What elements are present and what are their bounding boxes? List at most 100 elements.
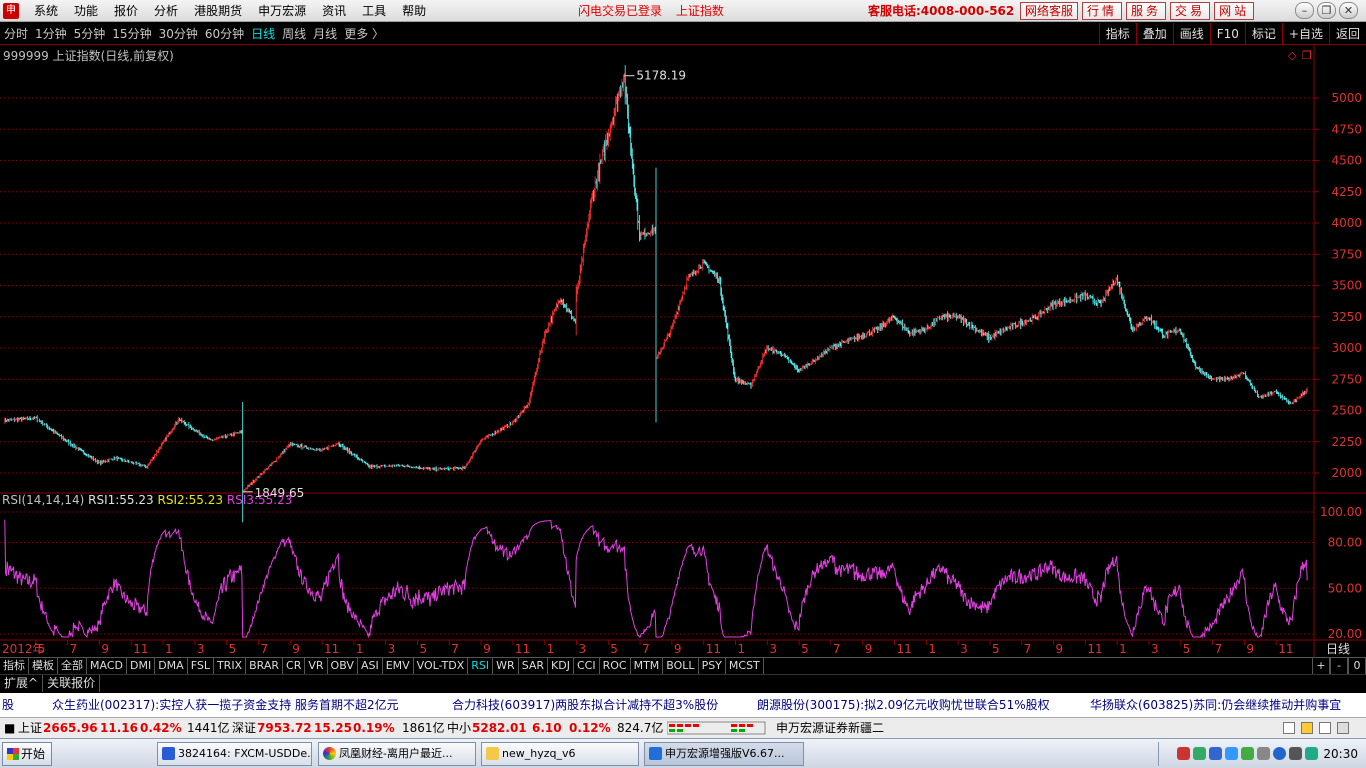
rsi2-value: 55.23 — [188, 493, 224, 507]
menu-swhy[interactable]: 申万宏源 — [250, 0, 314, 22]
kline-chart-svg[interactable]: 2000 2250 2500 2750 3000 3250 3500 3750 4000 4250… — [0, 45, 1366, 657]
flash-trade-status[interactable]: 闪电交易已登录 — [578, 4, 662, 18]
period-weekly[interactable]: 周线 — [280, 23, 311, 45]
tool-f10-button[interactable]: F10 — [1209, 23, 1245, 45]
indicator-tab-boll[interactable]: BOLL — [663, 658, 699, 674]
status-window-icon[interactable] — [1283, 722, 1295, 734]
sz-index-label[interactable]: 深证 — [232, 718, 256, 738]
menu-news[interactable]: 资讯 — [314, 0, 354, 22]
menu-help[interactable]: 帮助 — [394, 0, 434, 22]
zoom-in-button[interactable]: + — [1312, 658, 1330, 674]
ticker-item[interactable]: 合力科技(603917)两股东拟合计减持不超3%股份 — [452, 693, 718, 717]
period-1min[interactable]: 1分钟 — [33, 23, 72, 45]
indicator-tab-all[interactable]: 全部 — [58, 658, 87, 674]
tool-draw-button[interactable]: 画线 — [1172, 23, 1210, 45]
trade-button[interactable]: 交易 — [1170, 2, 1211, 20]
sh-index-pct: 0.42% — [140, 721, 182, 735]
menu-quote[interactable]: 报价 — [106, 0, 146, 22]
expand-toggle[interactable]: 扩展^ — [0, 675, 44, 692]
tool-add-watchlist-button[interactable]: +自选 — [1281, 23, 1329, 45]
website-button[interactable]: 网站 — [1214, 2, 1255, 20]
tray-app-icon[interactable] — [1241, 747, 1254, 760]
indicator-tab-asi[interactable]: ASI — [358, 658, 383, 674]
status-panel-icon[interactable] — [1319, 722, 1331, 734]
indicator-tab-brar[interactable]: BRAR — [246, 658, 284, 674]
indicator-tab-vol-tdx[interactable]: VOL-TDX — [414, 658, 469, 674]
status-alert-icon[interactable] — [1301, 722, 1313, 734]
service-button[interactable]: 服务 — [1126, 2, 1167, 20]
indicator-tab-cci[interactable]: CCI — [574, 658, 600, 674]
tool-indicator-button[interactable]: 指标 — [1098, 23, 1136, 45]
ticker-item[interactable]: 股 — [2, 693, 14, 717]
tray-network-icon[interactable] — [1209, 747, 1222, 760]
period-15min[interactable]: 15分钟 — [110, 23, 156, 45]
period-30min[interactable]: 30分钟 — [157, 23, 203, 45]
sh-index-label[interactable]: 上证 — [18, 718, 42, 738]
time-tick-label: 1 — [547, 642, 555, 656]
tray-volume-icon[interactable] — [1289, 747, 1302, 760]
indicator-tab-kdj[interactable]: KDJ — [548, 658, 574, 674]
sme-index-label[interactable]: 中小 — [447, 718, 471, 738]
tool-back-button[interactable]: 返回 — [1328, 23, 1366, 45]
chart-area[interactable]: 2000 2250 2500 2750 3000 3250 3500 3750 4000 4250… — [0, 45, 1366, 657]
tray-security-icon[interactable] — [1225, 747, 1238, 760]
related-quotes-tab[interactable]: 关联报价 — [43, 675, 101, 692]
period-60min[interactable]: 60分钟 — [203, 23, 249, 45]
indicator-tab-mcst[interactable]: MCST — [726, 658, 764, 674]
menu-function[interactable]: 功能 — [66, 0, 106, 22]
ticker-item[interactable]: 华扬联众(603825)苏同:仍会继续推动并购事宜 — [1090, 693, 1341, 717]
period-more[interactable]: 更多 〉 — [342, 23, 389, 45]
indicator-tab-indicator[interactable]: 指标 — [0, 658, 29, 674]
indicator-tab-template[interactable]: 模板 — [29, 658, 58, 674]
indicator-tab-emv[interactable]: EMV — [383, 658, 414, 674]
period-daily[interactable]: 日线 — [249, 23, 280, 45]
indicator-tab-rsi[interactable]: RSI — [468, 658, 494, 674]
indicator-tab-sar[interactable]: SAR — [519, 658, 549, 674]
online-service-button[interactable]: 网络客服 — [1020, 2, 1079, 20]
rsi-tick-label: 80.00 — [1328, 536, 1362, 550]
indicator-tab-psy[interactable]: PSY — [699, 658, 726, 674]
taskbar-item-ifeng[interactable]: 凤凰财经-离用户最近... — [318, 742, 476, 766]
indicator-tab-trix[interactable]: TRIX — [214, 658, 247, 674]
time-tick-label: 11 — [897, 642, 912, 656]
menu-system[interactable]: 系统 — [26, 0, 66, 22]
tray-app-icon[interactable] — [1257, 747, 1270, 760]
zoom-out-button[interactable]: - — [1330, 658, 1348, 674]
taskbar-item-folder[interactable]: new_hyzq_v6 — [481, 742, 639, 766]
period-intraday[interactable]: 分时 — [2, 23, 33, 45]
news-ticker[interactable]: 股 众生药业(002317):实控人获一揽子资金支持 服务首期不超2亿元 合力科… — [0, 693, 1366, 717]
indicator-tab-roc[interactable]: ROC — [600, 658, 631, 674]
menu-hk-futures[interactable]: 港股期货 — [186, 0, 250, 22]
market-button[interactable]: 行情 — [1082, 2, 1123, 20]
restore-icon[interactable]: ❐ — [1317, 2, 1336, 19]
tray-flag-icon[interactable] — [1177, 747, 1190, 760]
period-5min[interactable]: 5分钟 — [72, 23, 111, 45]
start-button[interactable]: 开始 — [2, 742, 52, 766]
minimize-icon[interactable]: – — [1295, 2, 1314, 19]
indicator-tab-vr[interactable]: VR — [305, 658, 328, 674]
menu-tools[interactable]: 工具 — [354, 0, 394, 22]
indicator-tab-wr[interactable]: WR — [493, 658, 519, 674]
taskbar-item-swhy[interactable]: 申万宏源增强版V6.67... — [644, 742, 804, 766]
indicator-tab-fsl[interactable]: FSL — [188, 658, 214, 674]
taskbar-item-fxcm[interactable]: 3824164: FXCM-USDDe... — [157, 742, 312, 766]
tool-mark-button[interactable]: 标记 — [1244, 23, 1282, 45]
close-icon[interactable]: ✕ — [1339, 2, 1358, 19]
ticker-item[interactable]: 朗源股份(300175):拟2.09亿元收购忧世联合51%股权 — [757, 693, 1050, 717]
menu-analysis[interactable]: 分析 — [146, 0, 186, 22]
indicator-tab-macd[interactable]: MACD — [87, 658, 127, 674]
indicator-tab-dmi[interactable]: DMI — [127, 658, 156, 674]
zoom-reset-button[interactable]: 0 — [1348, 658, 1366, 674]
status-settings-icon[interactable] — [1337, 722, 1349, 734]
tray-app-icon[interactable] — [1193, 747, 1206, 760]
tool-overlay-button[interactable]: 叠加 — [1135, 23, 1173, 45]
indicator-tab-mtm[interactable]: MTM — [631, 658, 664, 674]
tray-bluetooth-icon[interactable] — [1273, 747, 1286, 760]
indicator-tab-cr[interactable]: CR — [283, 658, 306, 674]
indicator-tab-dma[interactable]: DMA — [155, 658, 188, 674]
ticker-item[interactable]: 众生药业(002317):实控人获一揽子资金支持 服务首期不超2亿元 — [52, 693, 399, 717]
indicator-tab-obv[interactable]: OBV — [328, 658, 358, 674]
period-monthly[interactable]: 月线 — [311, 23, 342, 45]
tray-app-icon[interactable] — [1305, 747, 1318, 760]
sh-index-amount: 1441亿 — [187, 721, 230, 735]
